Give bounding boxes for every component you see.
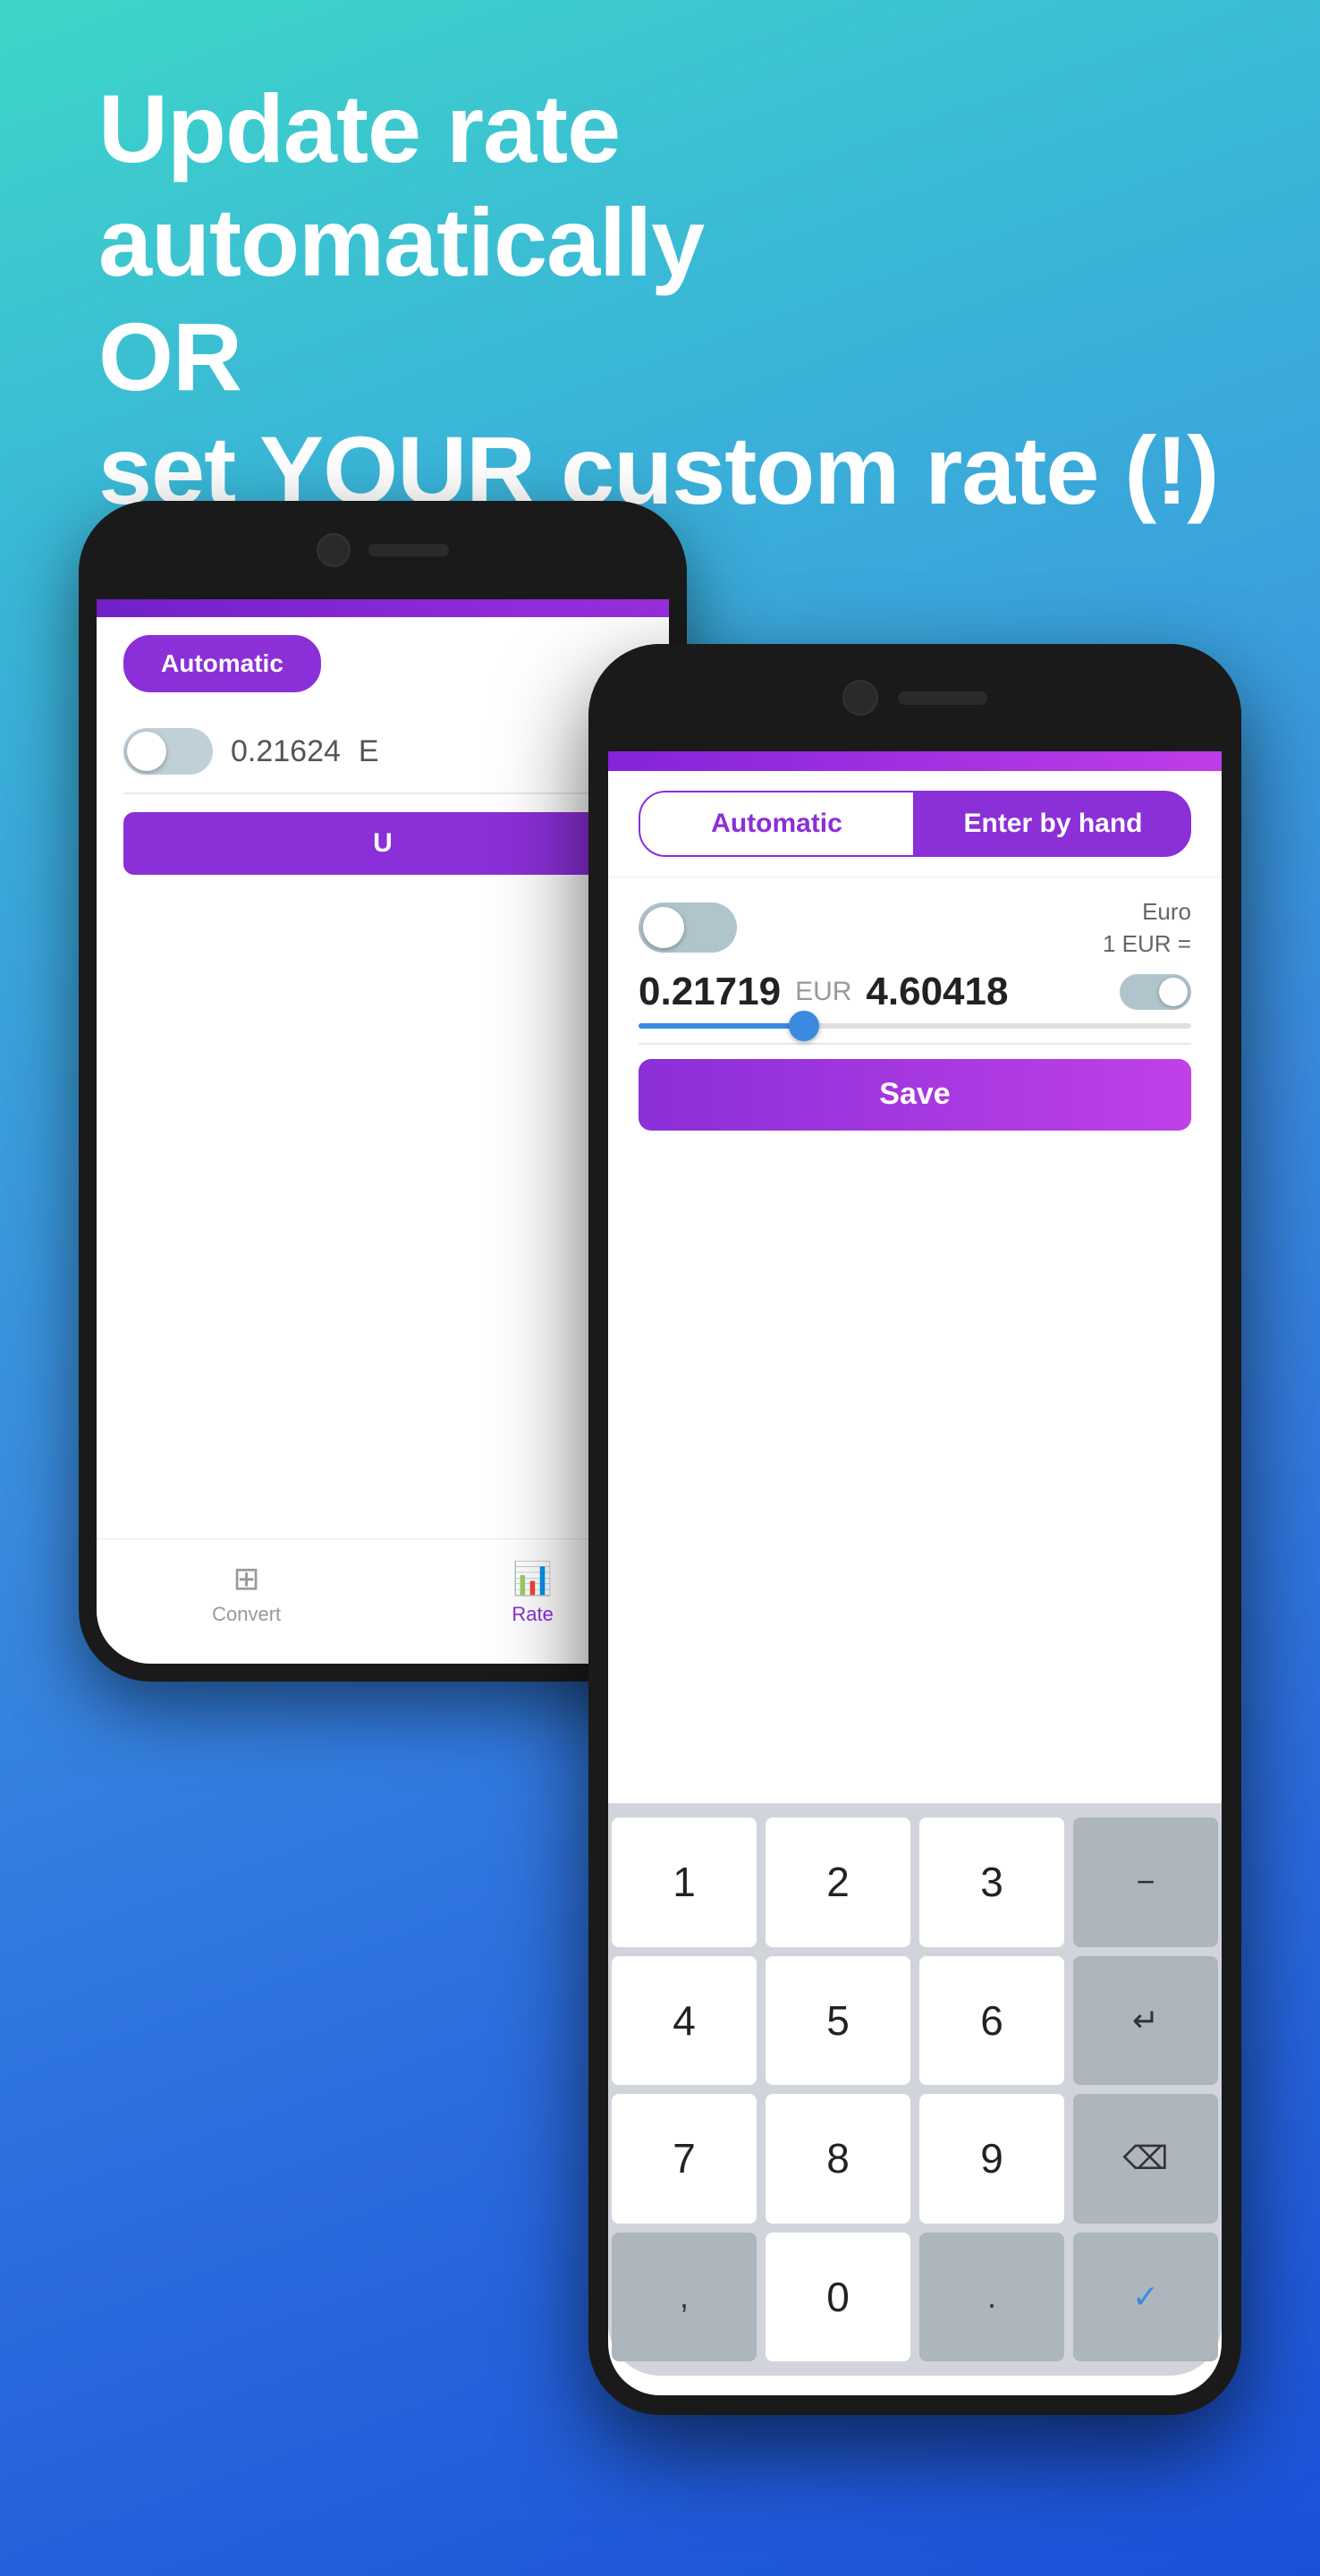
key-2[interactable]: 2: [766, 1818, 910, 1947]
back-tab-automatic[interactable]: Automatic: [123, 635, 321, 692]
front-tab-automatic[interactable]: Automatic: [639, 791, 915, 857]
front-rate-value: 0.21719: [639, 970, 781, 1014]
front-rate-currency: EUR: [795, 977, 851, 1007]
front-phone-screen: Rate Automatic Enter by hand Euro 1 EUR …: [608, 664, 1222, 2395]
front-divider: [639, 1043, 1191, 1045]
front-save-button[interactable]: Save: [639, 1059, 1191, 1131]
front-slider-thumb[interactable]: [789, 1011, 819, 1041]
front-phone-camera: [842, 680, 878, 716]
back-divider: [123, 792, 642, 794]
key-9[interactable]: 9: [919, 2094, 1064, 2224]
front-toggle-row: Euro 1 EUR =: [639, 895, 1191, 961]
front-rate-row: 0.21719 EUR 4.60418: [639, 970, 1191, 1014]
key-minus[interactable]: −: [1073, 1818, 1218, 1947]
back-nav-rate[interactable]: 📊 Rate: [512, 1560, 553, 1626]
back-nav-convert[interactable]: ⊞ Convert: [212, 1560, 281, 1626]
front-tab-row: Automatic Enter by hand: [608, 771, 1222, 877]
front-content-area: Euro 1 EUR = 0.21719 EUR 4.60418: [608, 877, 1222, 1148]
back-rate-value: 0.21624: [231, 734, 341, 769]
key-4[interactable]: 4: [612, 1956, 757, 2086]
back-save-button[interactable]: U: [123, 812, 642, 875]
front-toggle[interactable]: [639, 902, 737, 953]
front-phone-speaker: [898, 691, 987, 705]
front-phone-notch: [588, 644, 1241, 751]
key-backspace[interactable]: ⌫: [1073, 2094, 1218, 2224]
front-slider-container: [639, 1023, 1191, 1029]
back-phone-camera: [317, 533, 351, 567]
key-7[interactable]: 7: [612, 2094, 757, 2224]
key-5[interactable]: 5: [766, 1956, 910, 2086]
key-0[interactable]: 0: [766, 2233, 910, 2362]
key-confirm[interactable]: ✓: [1073, 2233, 1218, 2362]
back-toggle-row: 0.21624 E: [97, 710, 669, 792]
key-6[interactable]: 6: [919, 1956, 1064, 2086]
front-phone: Rate Automatic Enter by hand Euro 1 EUR …: [588, 644, 1241, 2415]
back-rate-currency: E: [359, 734, 379, 769]
front-tab-enter-by-hand[interactable]: Enter by hand: [915, 791, 1191, 857]
key-1[interactable]: 1: [612, 1818, 757, 1947]
front-toggle-small[interactable]: [1120, 974, 1191, 1010]
back-tab-row: Automatic: [97, 617, 669, 710]
back-phone-notch: [79, 501, 687, 599]
key-8[interactable]: 8: [766, 2094, 910, 2224]
back-phone-speaker: [368, 544, 449, 556]
front-slider-track[interactable]: [639, 1023, 1191, 1029]
front-slider-fill: [639, 1023, 804, 1029]
grid-icon: ⊞: [233, 1560, 260, 1597]
hero-section: Update rate automatically OR set YOUR cu…: [98, 72, 1222, 528]
front-euro-info: Euro 1 EUR =: [1103, 895, 1191, 961]
back-bottom-nav: ⊞ Convert 📊 Rate: [97, 1538, 669, 1646]
key-return[interactable]: ↵: [1073, 1956, 1218, 2086]
key-comma[interactable]: ,: [612, 2233, 757, 2362]
front-rate-equals: 4.60418: [866, 970, 1105, 1014]
numeric-keyboard: 1 2 3 − 4 5 6 ↵ 7 8 9 ⌫ , 0 . ✓: [608, 1803, 1222, 2376]
rate-icon: 📊: [512, 1560, 553, 1597]
back-toggle[interactable]: [123, 728, 213, 775]
back-phone-screen: Rate Automatic 0.21624 E U ⊞ Convert 📊: [97, 519, 669, 1664]
hero-title: Update rate automatically OR set YOUR cu…: [98, 72, 1222, 528]
key-period[interactable]: .: [919, 2233, 1064, 2362]
phones-container: Rate Automatic 0.21624 E U ⊞ Convert 📊: [79, 501, 1241, 2469]
key-3[interactable]: 3: [919, 1818, 1064, 1947]
